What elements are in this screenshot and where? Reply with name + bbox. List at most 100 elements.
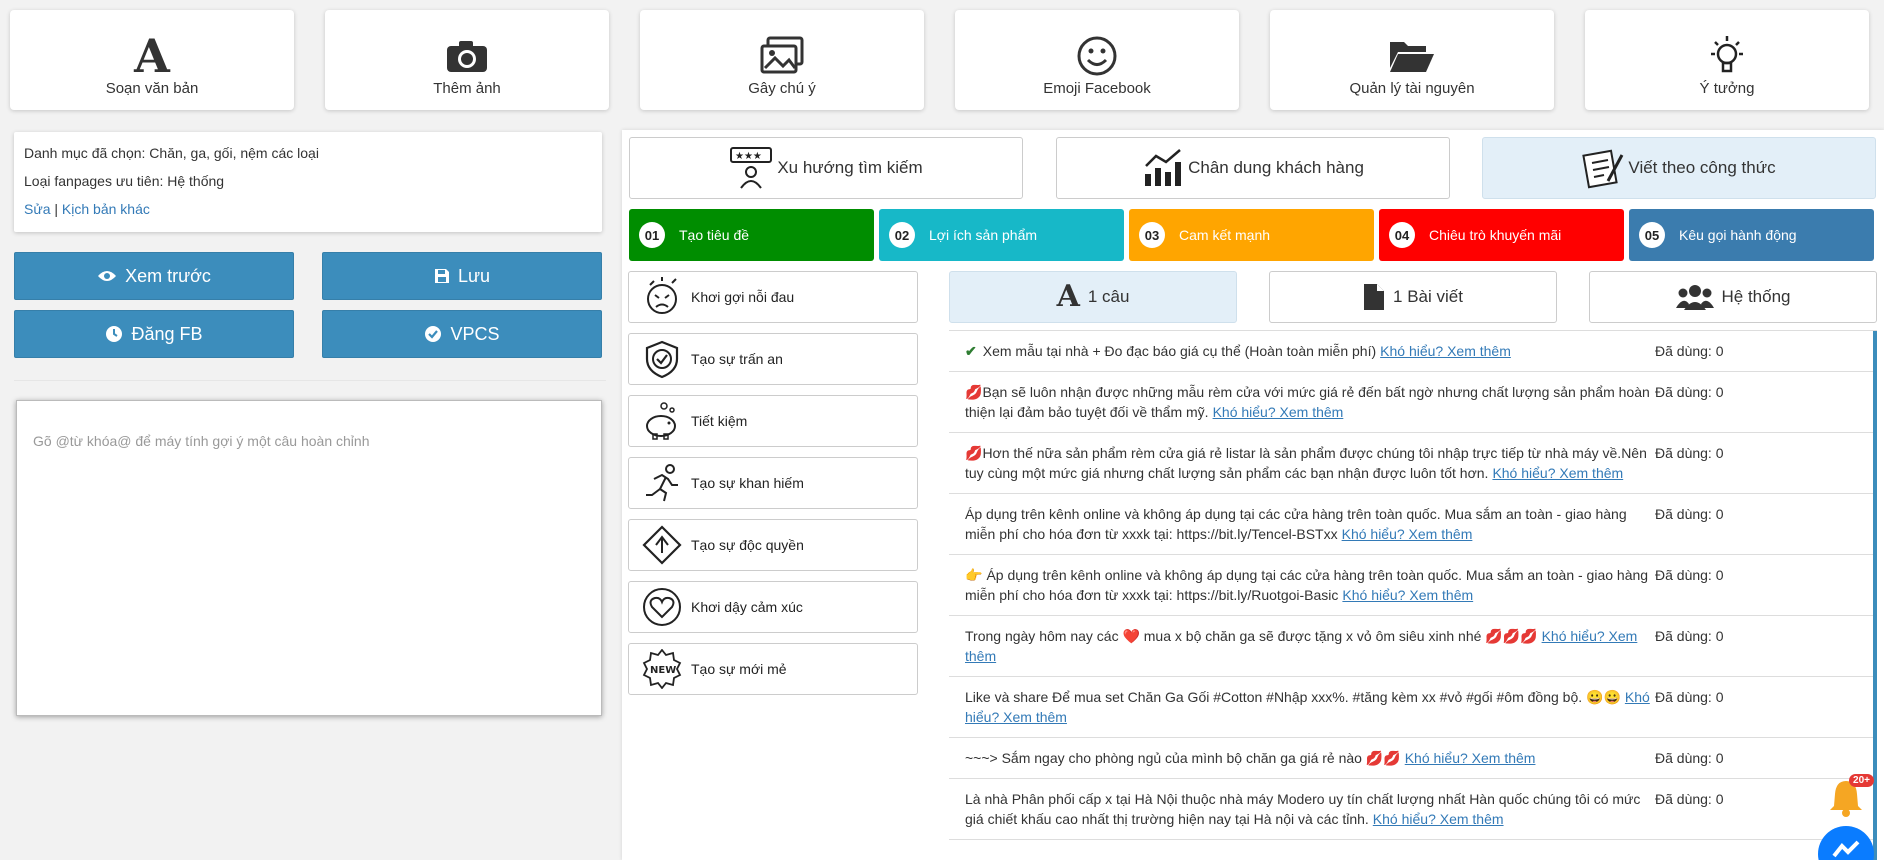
used-count: Đã dùng: 0 <box>1655 689 1724 705</box>
list-item[interactable]: Áp dụng trên kênh online và không áp dụn… <box>949 494 1877 555</box>
more-info-link[interactable]: Khó hiểu? Xem thêm <box>1380 343 1511 359</box>
mode-label: 1 Bài viết <box>1393 287 1463 306</box>
text-a-icon: A <box>1056 279 1080 314</box>
more-info-link[interactable]: Khó hiểu? Xem thêm <box>1492 465 1623 481</box>
sentence-text: Áp dụng trên kênh online và không áp dụn… <box>965 567 1649 603</box>
step-label: Lợi ích sản phẩm <box>929 227 1038 243</box>
save-button[interactable]: Lưu <box>322 252 602 300</box>
messenger-button[interactable] <box>1818 826 1874 860</box>
svg-text:★★★: ★★★ <box>735 151 762 162</box>
pointing-hand-icon: 👉 <box>965 567 983 583</box>
list-item[interactable]: 👉 Áp dụng trên kênh online và không áp dụ… <box>949 555 1877 616</box>
list-item[interactable]: 💋Hơn thế nữa sản phẩm rèm cửa giá rẻ lis… <box>949 433 1877 494</box>
tool-ideas[interactable]: Ý tưởng <box>1585 10 1869 110</box>
list-item[interactable]: Trong ngày hôm nay các ❤️ mua x bộ chăn … <box>949 616 1877 677</box>
more-info-link[interactable]: Khó hiểu? Xem thêm <box>1213 404 1344 420</box>
sentence-text: Xem mẫu tại nhà + Đo đạc báo giá cụ thể … <box>982 343 1377 359</box>
tool-label: Soạn văn bản <box>105 80 199 97</box>
selected-category: Danh mục đã chọn: Chăn, ga, gối, nệm các… <box>24 145 319 161</box>
post-fb-label: Đăng FB <box>131 323 203 344</box>
used-count: Đã dùng: 0 <box>1655 506 1724 522</box>
step-number: 05 <box>1639 222 1665 248</box>
tab-write-formula[interactable]: Viết theo công thức <box>1482 137 1876 199</box>
sentence-text: ~~~> Sắm ngay cho phòng ngủ của mình bộ … <box>965 750 1401 766</box>
list-item[interactable]: Like và share Để mua set Chăn Ga Gối #Co… <box>949 677 1877 738</box>
step-number: 02 <box>889 222 915 248</box>
vpcs-label: VPCS <box>450 323 500 344</box>
category-reassurance[interactable]: Tạo sự trấn an <box>628 333 918 385</box>
notification-bell[interactable]: 20+ <box>1828 774 1874 818</box>
more-info-link[interactable]: Khó hiểu? Xem thêm <box>1405 750 1536 766</box>
pain-face-icon <box>641 276 683 318</box>
checkmark-icon: ✔ <box>965 343 977 359</box>
category-label: Tạo sự khan hiếm <box>691 475 804 491</box>
tool-compose-text[interactable]: A Soạn văn bản <box>10 10 294 110</box>
category-exclusivity[interactable]: Tạo sự độc quyền <box>628 519 918 571</box>
used-count: Đã dùng: 0 <box>1655 343 1724 359</box>
sentence-text: Like và share Để mua set Chăn Ga Gối #Co… <box>965 689 1621 705</box>
category-pain[interactable]: Khơi gợi nỗi đau <box>628 271 918 323</box>
step-5-call-to-action[interactable]: 05 Kêu gọi hành động <box>1629 209 1874 261</box>
step-2-benefits[interactable]: 02 Lợi ích sản phẩm <box>879 209 1124 261</box>
more-info-link[interactable]: Khó hiểu? Xem thêm <box>1342 526 1473 542</box>
preview-label: Xem trước <box>125 265 211 286</box>
step-3-commitment[interactable]: 03 Cam kết mạnh <box>1129 209 1374 261</box>
content-editor[interactable] <box>33 433 585 683</box>
step-number: 04 <box>1389 222 1415 248</box>
floppy-icon <box>434 269 449 283</box>
camera-icon <box>325 32 609 80</box>
tool-resource-manager[interactable]: Quản lý tài nguyên <box>1270 10 1554 110</box>
tool-add-image[interactable]: Thêm ảnh <box>325 10 609 110</box>
editor-panel <box>16 400 602 716</box>
users-icon <box>1675 285 1714 310</box>
tab-search-trends[interactable]: ★★★ Xu hướng tìm kiếm <box>629 137 1023 199</box>
sentence-text: Là nhà Phân phối cấp x tại Hà Nội thuộc … <box>965 791 1641 827</box>
step-1-title[interactable]: 01 Tạo tiêu đề <box>629 209 874 261</box>
step-4-promotion[interactable]: 04 Chiêu trò khuyến mãi <box>1379 209 1624 261</box>
write-formula-icon <box>1582 149 1624 189</box>
post-fb-button[interactable]: Đăng FB <box>14 310 294 358</box>
vpcs-button[interactable]: VPCS <box>322 310 602 358</box>
tool-label: Ý tưởng <box>1699 80 1755 97</box>
tab-customer-persona[interactable]: Chân dung khách hàng <box>1056 137 1450 199</box>
notification-badge: 20+ <box>1849 774 1874 787</box>
tool-label: Thêm ảnh <box>433 80 501 97</box>
mode-label: Hệ thống <box>1721 287 1791 306</box>
tool-emoji-facebook[interactable]: Emoji Facebook <box>955 10 1239 110</box>
step-label: Kêu gọi hành động <box>1679 227 1797 243</box>
list-item[interactable]: ~~~> Sắm ngay cho phòng ngủ của mình bộ … <box>949 738 1877 779</box>
category-label: Tạo sự mới mẻ <box>691 661 787 677</box>
category-label: Khơi gợi nỗi đau <box>691 289 795 305</box>
step-label: Tạo tiêu đề <box>679 227 750 243</box>
preview-button[interactable]: Xem trước <box>14 252 294 300</box>
edit-link[interactable]: Sửa <box>24 201 51 217</box>
divider <box>14 380 606 381</box>
category-emotion[interactable]: Khơi dậy cảm xúc <box>628 581 918 633</box>
mode-one-article[interactable]: 1 Bài viết <box>1269 271 1557 323</box>
category-saving[interactable]: Tiết kiệm <box>628 395 918 447</box>
lips-icon: 💋 <box>965 445 983 461</box>
other-script-link[interactable]: Kịch bản khác <box>62 201 150 217</box>
step-number: 03 <box>1139 222 1165 248</box>
save-label: Lưu <box>457 265 491 286</box>
check-circle-icon <box>425 326 442 342</box>
messenger-icon <box>1832 840 1860 858</box>
used-count: Đã dùng: 0 <box>1655 384 1724 400</box>
mode-system[interactable]: Hệ thống <box>1589 271 1877 323</box>
more-info-link[interactable]: Khó hiểu? Xem thêm <box>1342 587 1473 603</box>
shield-check-icon <box>641 338 683 380</box>
mode-one-sentence[interactable]: A 1 câu <box>949 271 1237 323</box>
list-item[interactable]: ✔ Xem mẫu tại nhà + Đo đạc báo giá cụ thể… <box>949 331 1877 372</box>
tool-attention[interactable]: Gây chú ý <box>640 10 924 110</box>
list-item[interactable]: Là nhà Phân phối cấp x tại Hà Nội thuộc … <box>949 779 1877 840</box>
list-item[interactable]: 💋Bạn sẽ luôn nhận được những mẫu rèm cửa… <box>949 372 1877 433</box>
search-trends-icon: ★★★ <box>730 147 773 189</box>
info-links: Sửa | Kịch bản khác <box>24 201 592 217</box>
smile-icon <box>955 32 1239 80</box>
tool-label: Gây chú ý <box>748 80 816 97</box>
category-novelty[interactable]: NEW Tạo sự mới mẻ <box>628 643 918 695</box>
tool-label: Quản lý tài nguyên <box>1349 80 1475 97</box>
preferred-fanpage-type: Loại fanpages ưu tiên: Hệ thống <box>24 173 225 189</box>
more-info-link[interactable]: Khó hiểu? Xem thêm <box>1373 811 1504 827</box>
category-scarcity[interactable]: Tạo sự khan hiếm <box>628 457 918 509</box>
